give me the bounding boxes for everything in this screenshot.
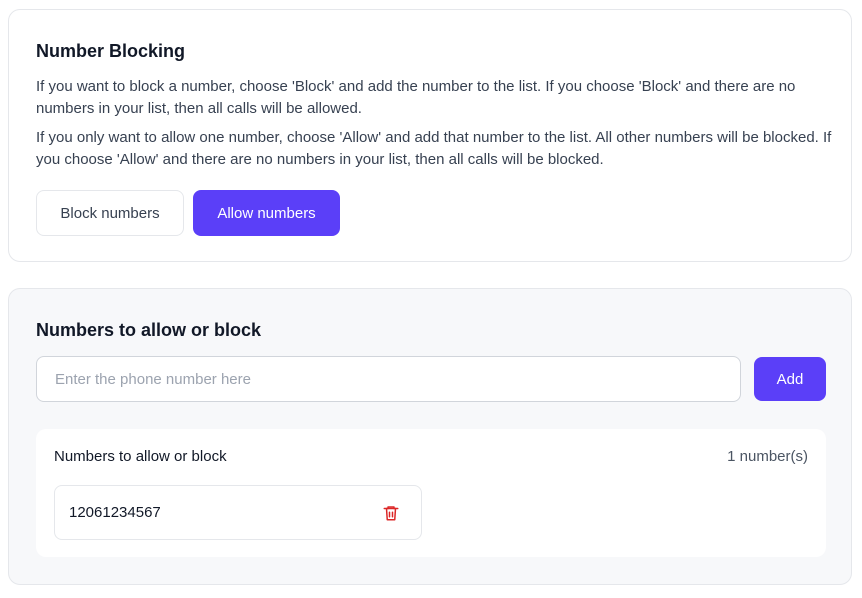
phone-number: 12061234567 [69, 504, 161, 521]
add-number-button[interactable]: Add [754, 357, 826, 401]
delete-number-button[interactable] [381, 503, 401, 523]
block-numbers-button[interactable]: Block numbers [36, 190, 184, 236]
numbers-list-panel: Numbers to allow or block 1 number(s) 12… [36, 429, 826, 557]
number-blocking-title: Number Blocking [36, 41, 186, 61]
numbers-list-label: Numbers to allow or block [54, 448, 227, 465]
numbers-count: 1 number(s) [727, 448, 808, 465]
trash-icon [383, 506, 399, 521]
list-item: 12061234567 [54, 485, 422, 540]
allow-description: If you only want to allow one number, ch… [36, 129, 832, 168]
number-blocking-card: Number Blocking If you want to block a n… [8, 9, 852, 262]
block-description: If you want to block a number, choose 'B… [36, 78, 796, 117]
phone-number-input[interactable] [36, 356, 741, 402]
numbers-list-card: Numbers to allow or block Add Numbers to… [8, 288, 852, 585]
allow-numbers-button[interactable]: Allow numbers [193, 190, 340, 236]
numbers-section-title: Numbers to allow or block [36, 320, 262, 340]
